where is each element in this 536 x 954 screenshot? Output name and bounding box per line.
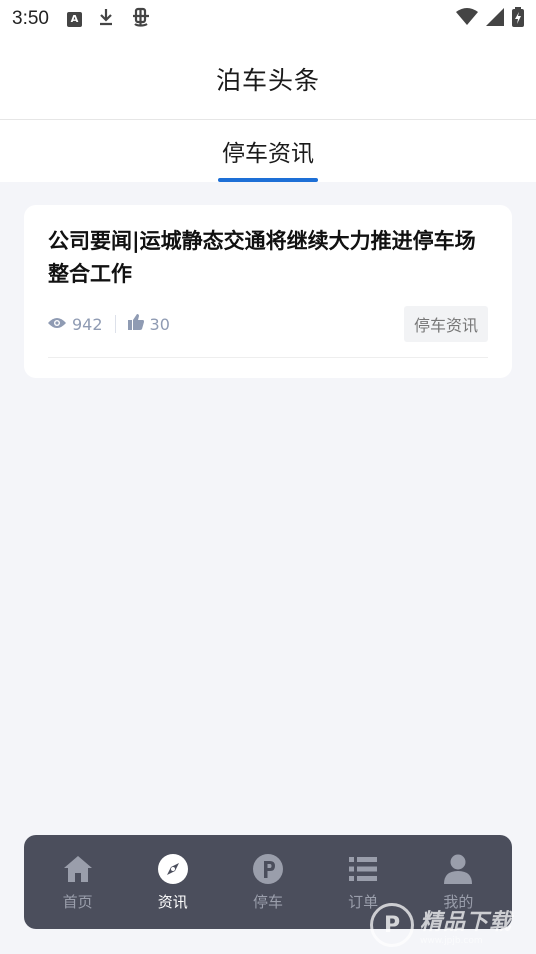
view-count-value: 942 xyxy=(72,314,103,334)
nav-label: 停车 xyxy=(252,892,283,911)
status-bar: 3:50 A xyxy=(0,0,536,38)
home-icon xyxy=(62,853,94,885)
tab-parking-news[interactable]: 停车资讯 xyxy=(218,120,318,182)
watermark-text: 精品下载 xyxy=(420,910,513,935)
watermark: P 精品下载 www.jpjb.com xyxy=(370,896,536,954)
watermark-url: www.jpjb.com xyxy=(420,936,483,946)
eye-icon xyxy=(48,315,66,334)
nav-label: 首页 xyxy=(62,892,93,911)
a-box-icon: A xyxy=(66,11,82,27)
like-count-value: 30 xyxy=(149,314,170,334)
bug-icon xyxy=(130,6,152,32)
user-icon xyxy=(442,853,474,885)
nav-item-home[interactable]: 首页 xyxy=(33,853,123,912)
article-meta: 942 30 停车资讯 xyxy=(48,306,488,342)
tab-label: 停车资讯 xyxy=(222,141,314,167)
card-divider xyxy=(48,357,488,358)
category-tag: 停车资讯 xyxy=(403,306,488,342)
like-count[interactable]: 30 xyxy=(127,314,170,334)
article-title[interactable]: 公司要闻|运城静态交通将继续大力推进停车场整合工作 xyxy=(48,225,488,291)
status-icons-right xyxy=(456,7,524,31)
watermark-logo-icon: P xyxy=(370,903,414,947)
compass-icon xyxy=(157,853,189,885)
meta-divider xyxy=(114,315,116,333)
page-title: 泊车头条 xyxy=(215,65,320,95)
list-icon xyxy=(347,853,379,885)
app-header: 泊车头条 xyxy=(0,38,536,120)
parking-icon xyxy=(252,853,284,885)
nav-item-news[interactable]: 资讯 xyxy=(128,853,218,912)
status-time: 3:50 xyxy=(12,8,49,29)
status-icons-left: A xyxy=(66,6,152,32)
thumbs-up-icon[interactable] xyxy=(127,314,144,334)
tab-active-indicator xyxy=(218,178,318,182)
nav-label: 资讯 xyxy=(157,892,188,911)
article-card[interactable]: 公司要闻|运城静态交通将继续大力推进停车场整合工作 942 30 停车资讯 xyxy=(24,205,512,378)
nav-item-parking[interactable]: 停车 xyxy=(223,853,313,912)
download-icon xyxy=(98,8,114,30)
battery-charging-icon xyxy=(512,7,524,31)
tab-bar: 停车资讯 xyxy=(0,120,536,182)
wifi-icon xyxy=(456,8,478,30)
signal-icon xyxy=(486,8,504,30)
view-count: 942 xyxy=(48,315,103,334)
